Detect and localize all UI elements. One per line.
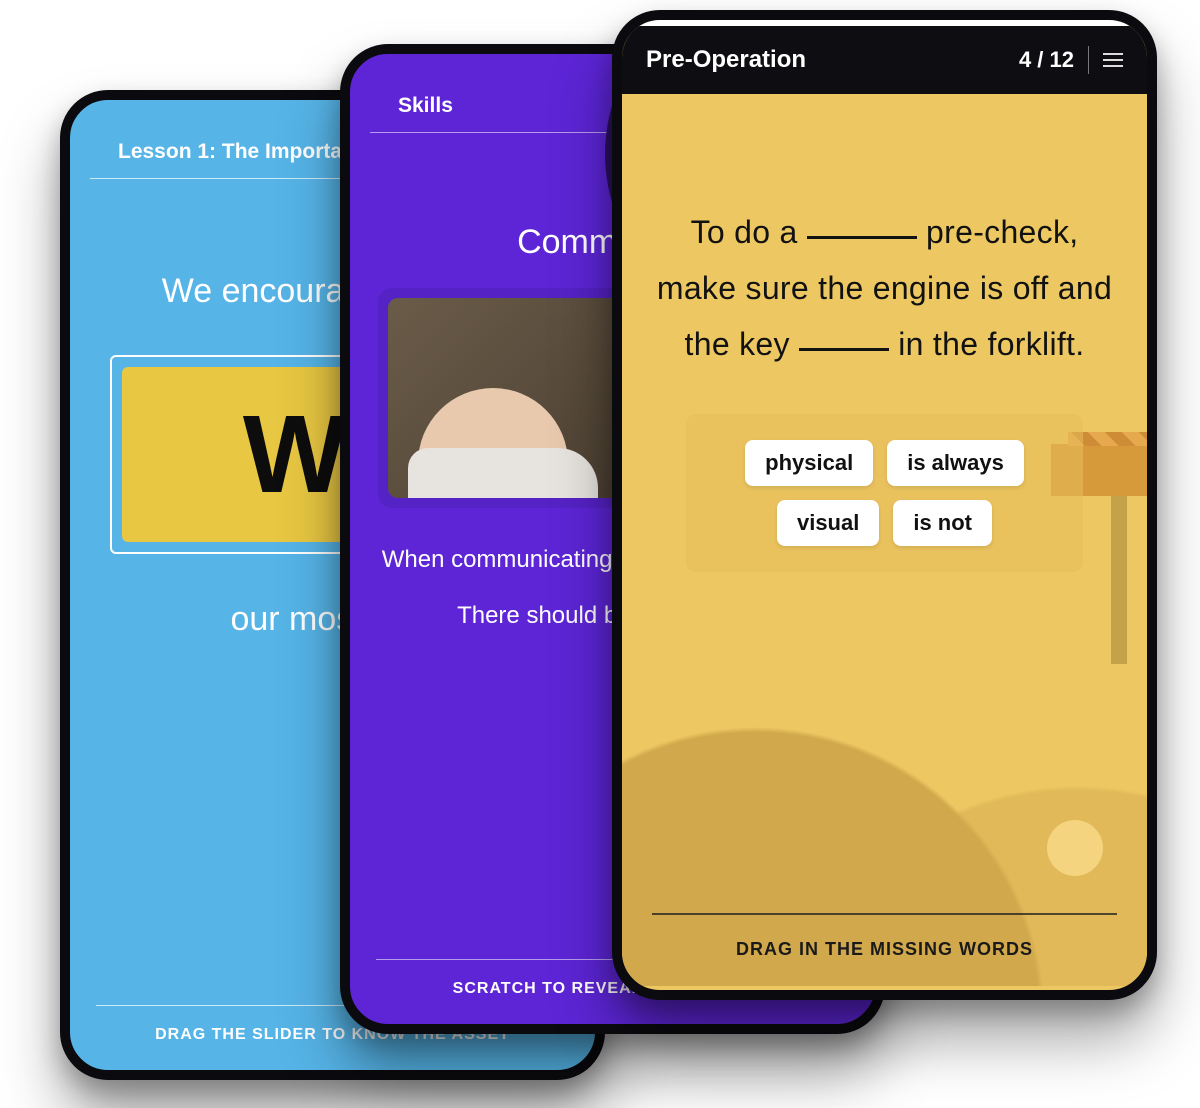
sentence-text: in the forklift.	[898, 326, 1084, 362]
word-chips-tray: physical is always visual is not	[686, 414, 1083, 572]
blank-slot-2[interactable]	[799, 348, 889, 351]
blank-slot-1[interactable]	[807, 236, 917, 239]
phone-card-stack: Lesson 1: The Importance We encourage tr…	[0, 0, 1200, 1108]
lesson-topbar: Pre-Operation 4 / 12	[622, 20, 1147, 94]
decorative-sun	[1047, 820, 1103, 876]
menu-icon[interactable]	[1103, 53, 1123, 67]
word-chip[interactable]: is always	[887, 440, 1024, 486]
word-chip[interactable]: physical	[745, 440, 873, 486]
lesson-card-yellow: Pre-Operation 4 / 12 To do a	[612, 10, 1157, 1000]
word-chip[interactable]: is not	[893, 500, 992, 546]
sentence-text: To do a	[691, 214, 798, 250]
instruction-hint: DRAG IN THE MISSING WORDS	[652, 913, 1117, 960]
lesson-title: Pre-Operation	[646, 46, 806, 74]
progress-counter: 4 / 12	[1019, 47, 1074, 73]
vertical-divider	[1088, 46, 1089, 74]
fill-blank-sentence: To do a pre-check, make sure the engine …	[656, 204, 1113, 372]
person-illustration	[418, 388, 568, 498]
word-chip[interactable]: visual	[777, 500, 879, 546]
